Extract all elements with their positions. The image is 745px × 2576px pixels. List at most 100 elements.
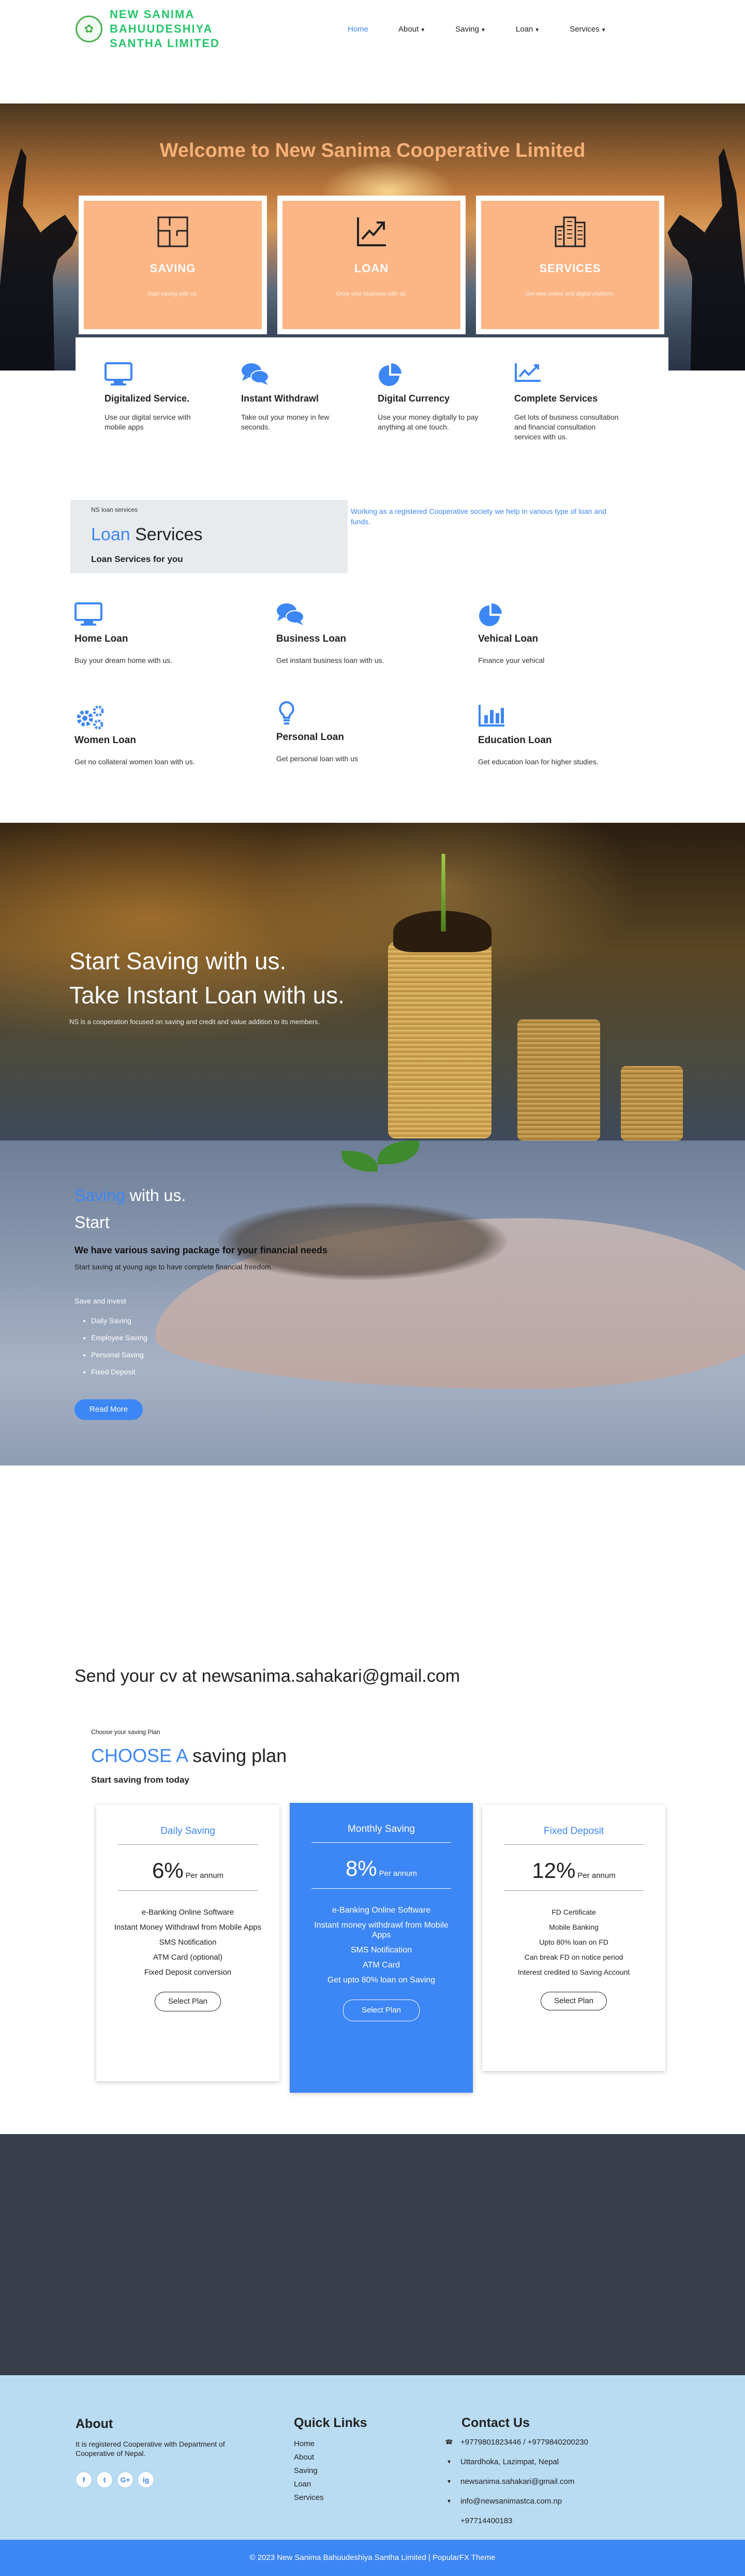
phone-icon: ☎	[445, 2438, 453, 2446]
plan-price: 12% Per annum	[482, 1858, 665, 1883]
contact-text[interactable]: newsanima.sahakari@gmail.com	[460, 2477, 574, 2486]
plan-feature: Fixed Deposit conversion	[144, 1968, 232, 1977]
line-chart-icon	[514, 362, 651, 388]
banner-line-1: Start Saving with us.	[69, 948, 287, 974]
site-footer: About It is registered Cooperative with …	[0, 2375, 745, 2540]
loan-item-desc: Get education loan for higher studies.	[478, 758, 599, 766]
feature-desc: Use our digital service with mobile apps	[105, 413, 191, 431]
caret-down-icon: ▼	[601, 27, 606, 33]
loan-item-title: Business Loan	[276, 633, 347, 644]
service-card-saving[interactable]: SAVING Start saving with us.	[79, 196, 267, 334]
plan-feature: ATM Card	[363, 1961, 400, 1970]
loan-heading: Loan Services	[91, 525, 327, 545]
facebook-icon[interactable]: f	[76, 2471, 92, 2488]
nav-loan[interactable]: Loan ▼	[516, 25, 540, 34]
contact-list: ☎ +9779801823446 / +9779840200230 ▾ Uttard…	[445, 2432, 588, 2530]
footer-link-services[interactable]: Services	[294, 2491, 324, 2505]
plan-feature: FD Certificate	[552, 1908, 596, 1916]
contact-address: ▾ Uttardhoka, Lazimpat, Nepal	[445, 2452, 588, 2471]
footer-link-home[interactable]: Home	[294, 2437, 324, 2451]
leaf-image	[378, 1141, 419, 1164]
save-and-invest: Save and invest	[74, 1297, 126, 1305]
plan-feature: Get upto 80% loan on Saving	[327, 1976, 436, 1985]
plan-feature: Interest credited to Saving Account	[517, 1968, 630, 1976]
nav-about[interactable]: About ▼	[398, 25, 425, 34]
loan-item-title: Education Loan	[478, 735, 552, 746]
nav-saving[interactable]: Saving ▼	[455, 25, 486, 34]
caret-down-icon: ▼	[481, 27, 486, 33]
saving-start: Start	[74, 1213, 110, 1232]
saving-title-rest: with us.	[125, 1186, 186, 1205]
service-card-desc: Start saving with us.	[147, 291, 199, 297]
cv-text: Send your cv at newsanima.sahakari@gmail…	[74, 1666, 460, 1686]
plan-feature: Instant Money Withdrawl from Mobile Apps	[114, 1923, 262, 1932]
loan-side-text: Working as a registered Cooperative soci…	[351, 507, 606, 526]
coin-stack-image	[517, 1019, 600, 1141]
plan-divider	[504, 1890, 644, 1891]
saving-bold-text: We have various saving package for your …	[74, 1245, 327, 1255]
service-card-services[interactable]: SERVICES Get new online and digital plat…	[476, 196, 664, 334]
feature-title: Digital Currency	[378, 393, 450, 404]
banner-line-2: Take Instant Loan with us.	[69, 982, 345, 1009]
loan-eyebrow: NS loan services	[91, 506, 138, 513]
select-plan-button[interactable]: Select Plan	[155, 1992, 221, 2011]
feature-desc: Use your money digitally to pay anything…	[378, 413, 479, 431]
loan-item-vehical[interactable]: Vehical Loan Finance your vehical	[478, 602, 649, 664]
copyright-bar: © 2023 New Sanima Bahuudeshiya Santha Li…	[0, 2540, 745, 2576]
logo-text: NEW SANIMA BAHUUDESHIYA SANTHA LIMITED	[110, 8, 220, 50]
loan-item-personal[interactable]: Personal Loan Get personal loan with us	[276, 701, 447, 763]
instagram-icon[interactable]: ig	[138, 2471, 154, 2488]
saving-banner: Start Saving with us. Take Instant Loan …	[0, 823, 745, 1141]
google-plus-icon[interactable]: G+	[117, 2471, 133, 2488]
service-card-desc: Grow your business with us.	[336, 291, 407, 297]
plan-per: Per annum	[185, 1871, 224, 1880]
loan-item-business[interactable]: Business Loan Get instant business loan …	[276, 602, 447, 664]
twitter-icon[interactable]: t	[96, 2471, 113, 2488]
footer-link-about[interactable]: About	[294, 2451, 324, 2464]
footer-link-loan[interactable]: Loan	[294, 2478, 324, 2491]
nav-home[interactable]: Home	[348, 25, 368, 34]
bar-chart-icon	[478, 704, 649, 729]
plan-name: Daily Saving	[160, 1826, 215, 1837]
list-item: Personal Saving	[91, 1351, 147, 1359]
caret-down-icon: ▼	[534, 27, 540, 33]
caret-down-icon: ▼	[420, 27, 426, 33]
plan-card-daily: Daily Saving 6% Per annum e-Banking Onlin…	[96, 1805, 279, 2081]
floorplan-icon	[156, 215, 189, 248]
main-nav: Home About ▼ Saving ▼ Loan ▼ Services ▼	[348, 25, 636, 34]
building-icon	[554, 215, 587, 248]
plan-divider	[504, 1844, 644, 1845]
list-item: Daily Saving	[91, 1316, 147, 1325]
list-item: Employee Saving	[91, 1334, 147, 1342]
plan-price: 8% Per annum	[290, 1856, 473, 1881]
contact-phone: ☎ +9779801823446 / +9779840200230	[445, 2432, 588, 2452]
nav-home-label: Home	[348, 25, 369, 34]
service-card-loan[interactable]: LOAN Grow your business with us.	[277, 196, 466, 334]
loan-item-education[interactable]: Education Loan Get education loan for hi…	[478, 704, 649, 766]
feature-title: Instant Withdrawl	[241, 393, 319, 404]
contact-email: ▾ newsanima.sahakari@gmail.com	[445, 2471, 588, 2491]
nav-services[interactable]: Services ▼	[570, 25, 606, 34]
plan-feature: Upto 80% loan on FD	[539, 1938, 608, 1946]
saving-section: Saving with us. Start We have various sa…	[0, 1141, 745, 1465]
hero-silhouette-image	[667, 148, 745, 371]
plan-feature: SMS Notification	[350, 1946, 412, 1955]
loan-item-home[interactable]: Home Loan Buy your dream home with us.	[74, 602, 245, 664]
footer-quicklinks-title: Quick Links	[294, 2416, 367, 2430]
loan-heading-blue: Loan	[91, 525, 130, 544]
feature-digital-currency: Digital Currency Use your money digitall…	[378, 362, 514, 466]
plan-card-monthly: Monthly Saving 8% Per annum e-Banking Onl…	[290, 1803, 473, 2093]
contact-text[interactable]: info@newsanimastca.com.np	[460, 2497, 562, 2506]
read-more-button[interactable]: Read More	[74, 1399, 143, 1420]
footer-link-saving[interactable]: Saving	[294, 2464, 324, 2478]
select-plan-button[interactable]: Select Plan	[343, 2000, 420, 2021]
plan-feature: Mobile Banking	[549, 1923, 599, 1931]
site-logo[interactable]: ✿ NEW SANIMA BAHUUDESHIYA SANTHA LIMITED	[76, 7, 249, 51]
loan-item-women[interactable]: Women Loan Get no collateral women loan …	[74, 704, 245, 766]
monitor-icon	[74, 602, 245, 627]
select-plan-button[interactable]: Select Plan	[541, 1992, 607, 2010]
saving-desc: Start saving at young age to have comple…	[74, 1263, 273, 1271]
feature-title: Complete Services	[514, 393, 598, 404]
plan-divider	[311, 1842, 451, 1843]
monitor-icon	[105, 362, 241, 388]
